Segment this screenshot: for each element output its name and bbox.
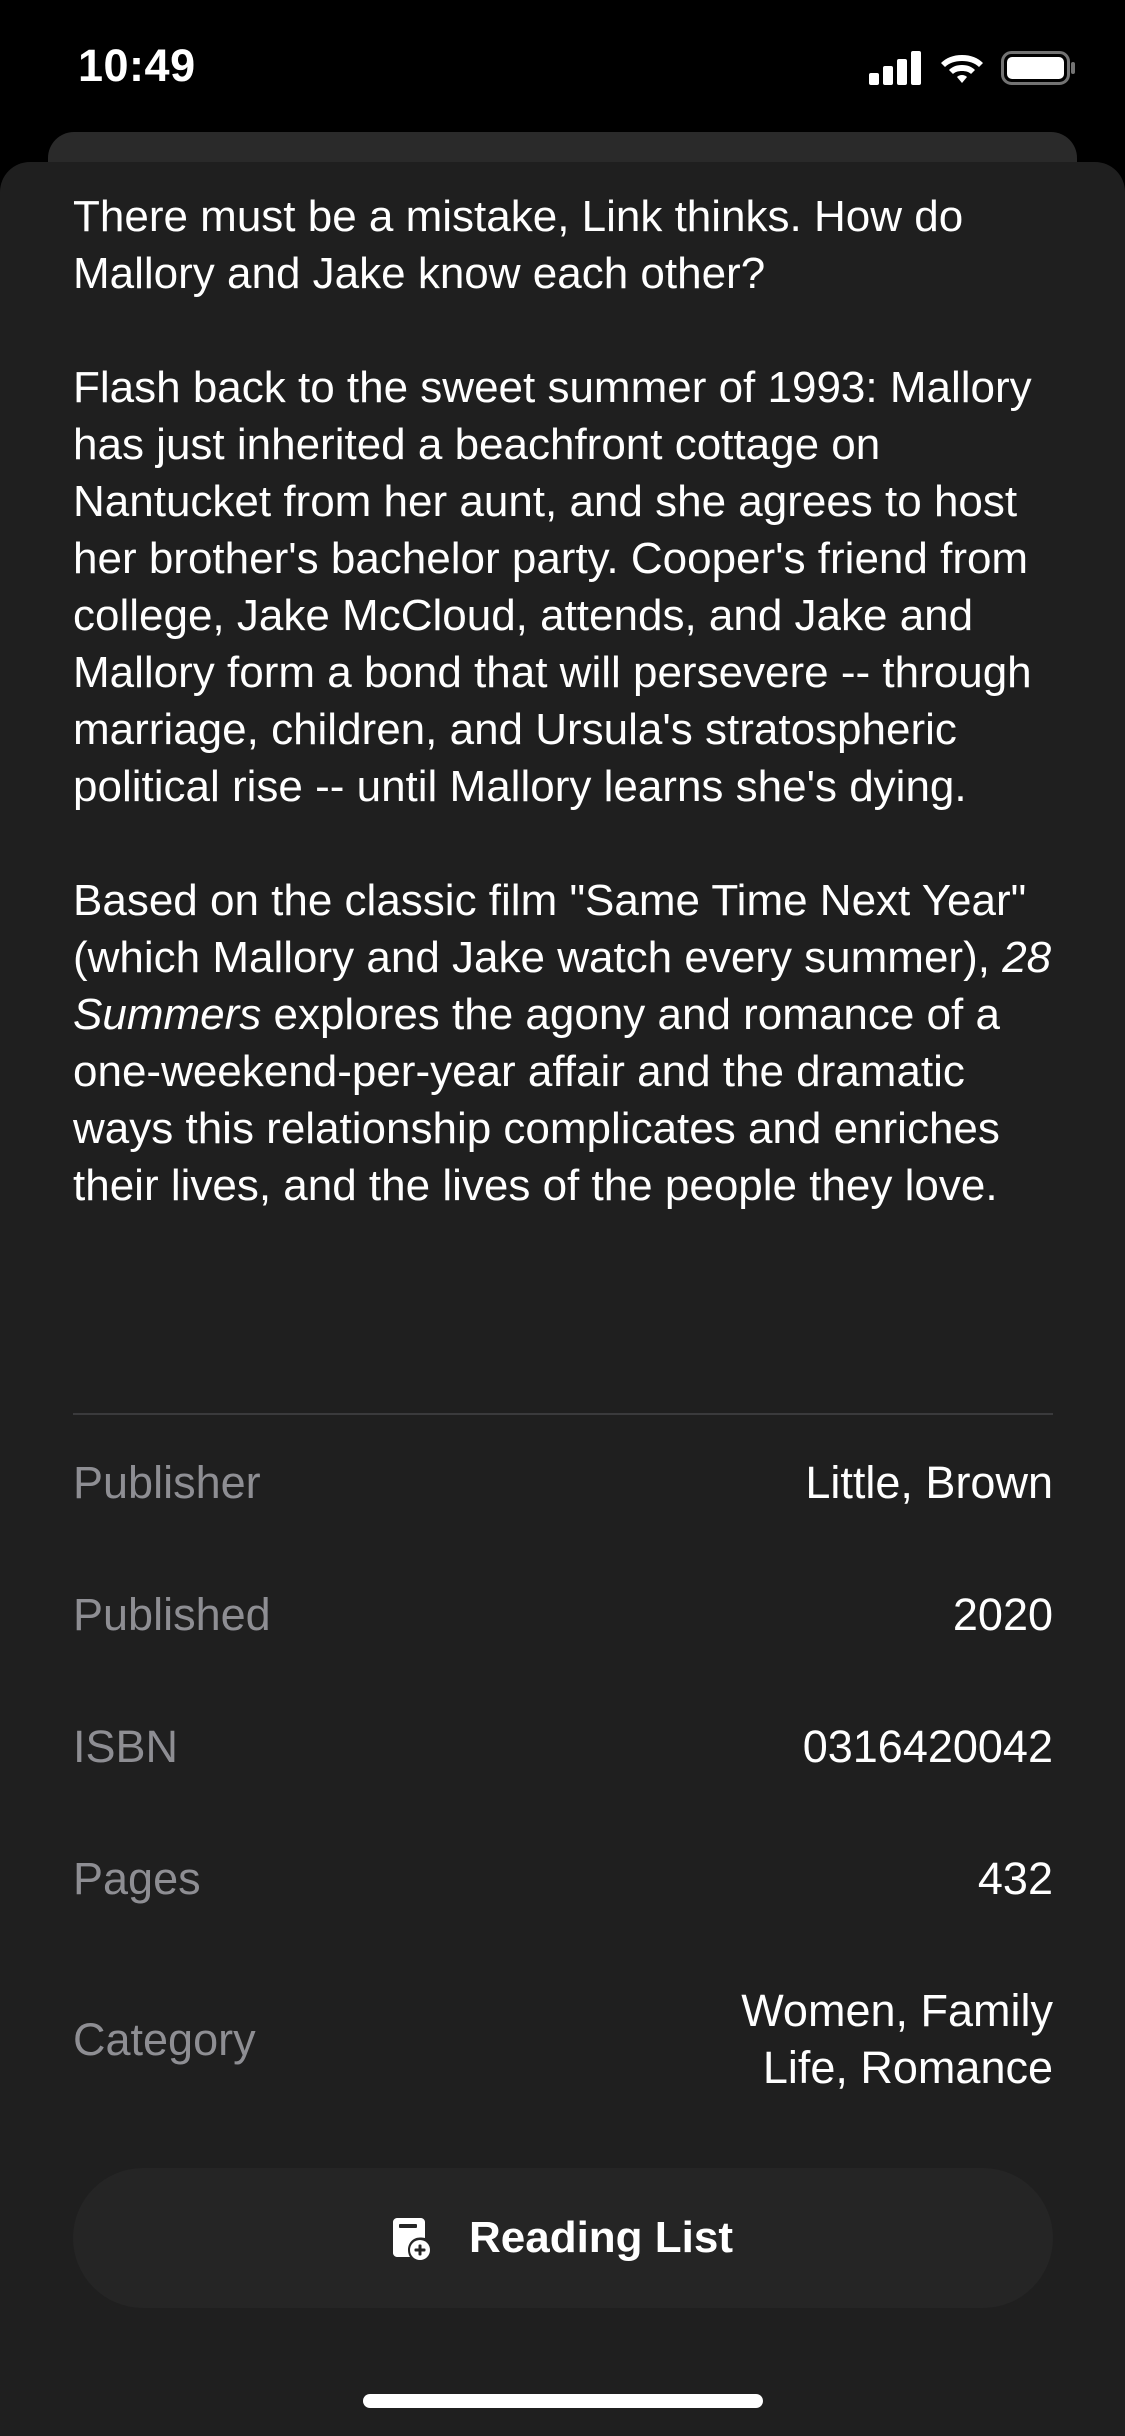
reading-list-button[interactable]: Reading List — [73, 2168, 1053, 2308]
detail-row-pages: Pages 432 — [73, 1850, 1053, 1907]
detail-row-isbn: ISBN 0316420042 — [73, 1718, 1053, 1775]
detail-value: Women, Family Life, Romance — [741, 1985, 1053, 2093]
battery-icon — [1001, 51, 1075, 85]
detail-label: Publisher — [73, 1457, 261, 1508]
home-indicator[interactable] — [363, 2394, 763, 2408]
detail-value: 432 — [977, 1853, 1053, 1904]
reading-list-label: Reading List — [468, 2213, 734, 2262]
description-paragraph: Flash back to the sweet summer of 1993: … — [73, 363, 1032, 811]
detail-value: 0316420042 — [802, 1721, 1053, 1772]
signal-icon — [869, 51, 921, 85]
detail-value: Little, Brown — [805, 1457, 1053, 1508]
status-time: 10:49 — [78, 40, 196, 91]
detail-label: Pages — [73, 1853, 201, 1904]
detail-label: Published — [73, 1589, 271, 1640]
detail-label: ISBN — [73, 1721, 179, 1772]
description-text: Based on the classic film "Same Time Nex… — [73, 876, 1027, 982]
description-paragraph: There must be a mistake, Link thinks. Ho… — [73, 192, 964, 298]
detail-row-category: Category Women, Family Life, Romance — [73, 1982, 1053, 2096]
detail-row-published: Published 2020 — [73, 1586, 1053, 1643]
detail-row-publisher: Publisher Little, Brown — [73, 1454, 1053, 1511]
description-paragraph: Based on the classic film "Same Time Nex… — [73, 872, 1063, 1214]
detail-value: 2020 — [952, 1589, 1053, 1640]
detail-label: Category — [73, 2013, 256, 2065]
book-description: There must be a mistake, Link thinks. Ho… — [73, 188, 1063, 1271]
status-icons — [869, 48, 1077, 88]
status-bar: 10:49 — [0, 0, 1125, 132]
book-add-icon — [392, 2218, 430, 2260]
wifi-icon — [941, 55, 983, 83]
section-divider — [73, 1413, 1053, 1415]
